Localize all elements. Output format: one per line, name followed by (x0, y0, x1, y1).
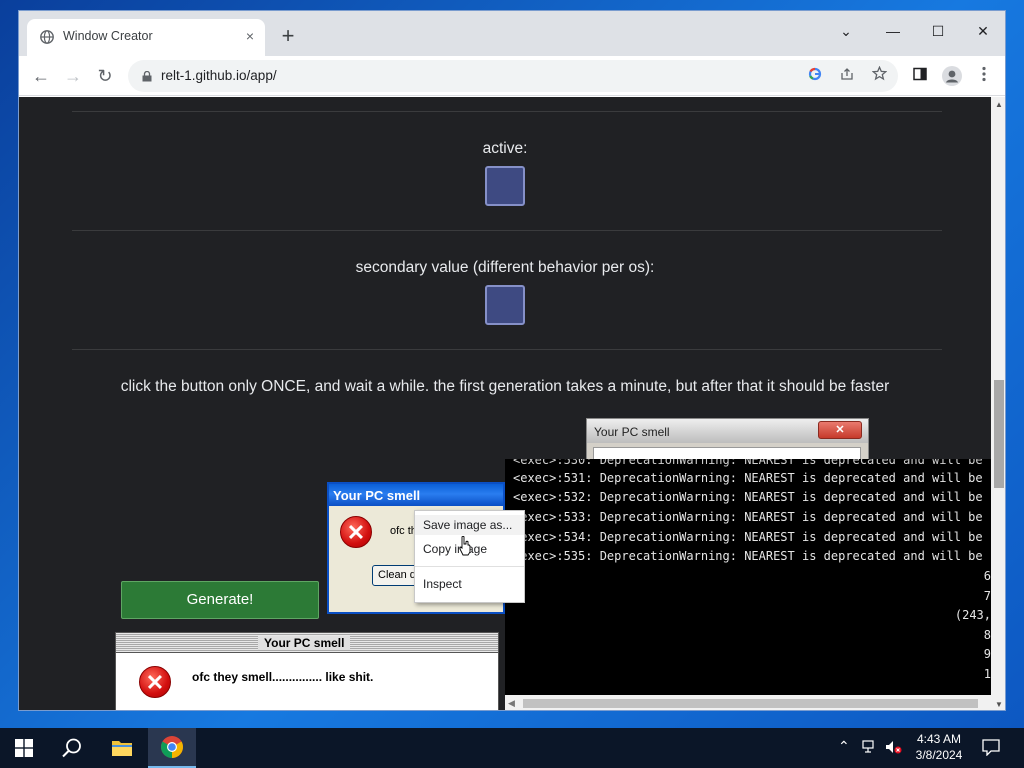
volume-muted-icon[interactable] (885, 740, 903, 757)
error-icon: ✕ (139, 666, 171, 698)
terminal-fragment: 8 (983, 628, 991, 642)
new-tab-button[interactable]: + (277, 25, 299, 49)
popup-button[interactable] (400, 710, 484, 711)
system-clock[interactable]: 4:43 AM 3/8/2024 (912, 731, 966, 763)
terminal-fragment: 9 (983, 647, 991, 661)
bookmark-star-icon[interactable] (869, 65, 889, 86)
file-explorer-button[interactable] (98, 728, 146, 768)
terminal-line: <exec>:534: DeprecationWarning: NEAREST … (513, 530, 991, 544)
popup-title: Your PC smell (333, 488, 421, 503)
start-button[interactable] (0, 728, 48, 768)
clock-time: 4:43 AM (916, 732, 962, 746)
page-content: active: secondary value (different behav… (19, 97, 991, 711)
clock-date: 3/8/2024 (915, 748, 963, 762)
context-item-save-image[interactable]: Save image as... (423, 518, 512, 532)
browser-toolbar: ← → ↻ relt-1.github.io/app/ (19, 56, 1005, 96)
forward-button[interactable]: → (61, 64, 85, 88)
scroll-left-icon[interactable]: ◀ (508, 698, 515, 709)
context-separator (415, 566, 524, 567)
search-button[interactable] (48, 728, 96, 768)
chrome-icon (161, 736, 183, 758)
reload-button[interactable]: ↻ (93, 64, 117, 88)
folder-icon (112, 741, 132, 756)
menu-kebab-icon[interactable] (973, 66, 995, 88)
maximize-button[interactable]: ☐ (916, 17, 960, 45)
page-vertical-scrollbar[interactable]: ▲ ▼ (991, 97, 1005, 710)
terminal-line: <exec>:530: DeprecationWarning: NEAREST … (513, 459, 991, 467)
popup-title: Your PC smell (594, 425, 670, 439)
share-icon[interactable] (837, 66, 857, 86)
address-bar[interactable]: relt-1.github.io/app/ (128, 60, 898, 92)
scroll-up-icon[interactable]: ▲ (995, 100, 1003, 109)
side-panel-icon[interactable] (909, 66, 931, 88)
lock-icon (142, 70, 152, 82)
search-icon (62, 738, 81, 758)
tray-chevron-icon[interactable]: ⌃ (838, 738, 850, 755)
close-window-button[interactable]: ✕ (961, 17, 1005, 45)
popup-window-classic: Your PC smell ✕ ofc they smell..........… (115, 632, 499, 711)
scroll-thumb[interactable] (994, 380, 1004, 488)
divider (72, 230, 942, 231)
context-item-inspect[interactable]: Inspect (423, 577, 462, 591)
popup-titlebar: Your PC smell (329, 484, 503, 506)
error-icon: ✕ (340, 516, 372, 548)
context-item-copy-image[interactable]: Copy image (423, 542, 487, 556)
network-icon[interactable] (862, 740, 878, 757)
active-color-picker[interactable] (485, 166, 525, 206)
minimize-button[interactable]: — (871, 17, 915, 45)
secondary-label: secondary value (different behavior per … (355, 259, 655, 276)
terminal-fragment: 1 (983, 667, 991, 681)
popup-button[interactable] (318, 710, 378, 711)
mouse-cursor-icon (458, 535, 472, 559)
divider (72, 111, 942, 112)
popup-close-button[interactable]: ✕ (818, 421, 862, 439)
terminal-line: <exec>:533: DeprecationWarning: NEAREST … (513, 510, 991, 524)
terminal-line: <exec>:535: DeprecationWarning: NEAREST … (513, 549, 991, 563)
popup-message: ofc they smell............... like shit. (192, 670, 374, 684)
tab-search-icon[interactable]: ⌄ (824, 17, 868, 45)
secondary-color-picker[interactable] (485, 285, 525, 325)
terminal-fragment: 7 (983, 589, 991, 603)
tab-strip: Window Creator × + ⌄ — ☐ ✕ (19, 11, 1005, 56)
taskbar: ⌃ 4:43 AM 3/8/2024 (0, 728, 1024, 768)
back-button[interactable]: ← (29, 64, 53, 88)
generate-button[interactable]: Generate! (121, 581, 319, 619)
divider (72, 349, 942, 350)
browser-window: Window Creator × + ⌄ — ☐ ✕ ← → ↻ relt-1.… (18, 10, 1006, 711)
notification-icon[interactable] (982, 739, 1000, 759)
url-text: relt-1.github.io/app/ (161, 68, 277, 83)
google-icon[interactable] (805, 66, 825, 86)
terminal-fragment: 6 (983, 569, 991, 583)
popup-titlebar: Your PC smell ✕ (587, 419, 868, 443)
terminal-line: <exec>:531: DeprecationWarning: NEAREST … (513, 471, 991, 485)
scroll-thumb[interactable] (523, 699, 978, 708)
tab-window-creator[interactable]: Window Creator × (27, 19, 265, 56)
terminal-fragment: (243, (954, 608, 991, 622)
tab-close-icon[interactable]: × (241, 27, 259, 45)
active-label: active: (482, 140, 528, 157)
popup-title: Your PC smell (258, 636, 351, 650)
terminal-line: <exec>:532: DeprecationWarning: NEAREST … (513, 490, 991, 504)
terminal-output: <exec>:530: DeprecationWarning: NEAREST … (505, 459, 991, 710)
scroll-down-icon[interactable]: ▼ (995, 700, 1003, 709)
popup-message: ofc th (390, 525, 417, 537)
chrome-taskbar-button[interactable] (148, 728, 196, 768)
tab-title: Window Creator (63, 29, 153, 43)
windows-logo-icon (15, 739, 33, 757)
profile-avatar-icon[interactable] (941, 66, 963, 88)
popup-titlebar: Your PC smell (116, 633, 498, 653)
globe-icon (40, 30, 54, 44)
terminal-horizontal-scrollbar[interactable]: ◀ (505, 695, 991, 710)
instruction-text: click the button only ONCE, and wait a w… (120, 378, 890, 395)
